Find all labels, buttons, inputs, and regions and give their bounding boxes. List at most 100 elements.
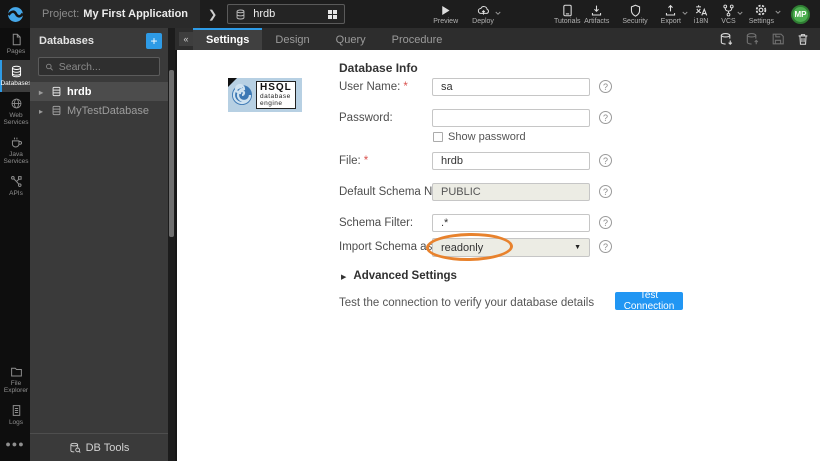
required-marker: * bbox=[364, 155, 368, 167]
sidebar-item-apis[interactable]: APIs bbox=[0, 170, 30, 202]
artifacts-label: Artifacts bbox=[584, 18, 609, 25]
sidebar-item-databases[interactable]: Databases bbox=[0, 60, 30, 92]
sidebar-item-logs[interactable]: Logs bbox=[0, 399, 30, 431]
settings-button[interactable]: Settings bbox=[749, 3, 774, 25]
add-database-button[interactable]: + bbox=[146, 33, 162, 49]
settings-label: Settings bbox=[749, 18, 774, 25]
form-heading: Database Info bbox=[339, 61, 418, 75]
hsql-logo: HSQL database engine bbox=[228, 78, 302, 112]
database-icon bbox=[235, 9, 246, 20]
sidebar-item-label: Logs bbox=[9, 419, 23, 426]
sidebar-item-label: File Explorer bbox=[2, 380, 30, 394]
test-connection-button[interactable]: Test Connection bbox=[615, 292, 683, 310]
tab-procedure[interactable]: Procedure bbox=[379, 28, 456, 50]
tab-query[interactable]: Query bbox=[323, 28, 379, 50]
hsql-sub2: engine bbox=[260, 100, 292, 107]
tab-actions bbox=[719, 32, 810, 47]
db-tools-button[interactable]: DB Tools bbox=[30, 433, 168, 461]
database-search[interactable] bbox=[38, 57, 160, 76]
chevron-down-icon bbox=[682, 11, 688, 16]
artifacts-button[interactable]: Artifacts bbox=[584, 4, 609, 25]
databases-panel-title: Databases bbox=[39, 35, 146, 47]
caret-right-icon[interactable] bbox=[39, 105, 43, 117]
more-options-icon[interactable]: ●●● bbox=[0, 431, 30, 457]
db-tools-icon bbox=[69, 442, 81, 454]
caret-right-icon[interactable] bbox=[39, 86, 43, 98]
save-icon[interactable] bbox=[771, 32, 785, 46]
username-help-icon[interactable] bbox=[599, 80, 612, 93]
db-tools-label: DB Tools bbox=[86, 442, 130, 454]
vcs-button[interactable]: VCS bbox=[721, 4, 735, 25]
file-input[interactable] bbox=[432, 152, 590, 170]
wavemaker-logo-icon bbox=[7, 6, 24, 23]
import-schema-select[interactable]: readonly bbox=[432, 238, 590, 257]
database-icon bbox=[10, 65, 23, 78]
scrollbar-thumb[interactable] bbox=[169, 70, 174, 237]
chevron-right-icon[interactable]: ❯ bbox=[208, 8, 217, 21]
project-area[interactable]: Project: My First Application bbox=[30, 0, 200, 28]
file-help-icon[interactable] bbox=[599, 154, 612, 167]
password-input[interactable] bbox=[432, 109, 590, 127]
db-item-label: hrdb bbox=[67, 86, 91, 98]
db-list-item-hrdb[interactable]: hrdb bbox=[30, 82, 168, 101]
import-schema-label: Import Schema as: bbox=[339, 238, 436, 256]
download-icon bbox=[590, 4, 603, 17]
branch-icon bbox=[722, 4, 735, 17]
delete-icon[interactable] bbox=[796, 32, 810, 46]
panel-scrollbar[interactable] bbox=[168, 28, 175, 461]
password-label: Password: bbox=[339, 109, 393, 127]
tutorials-label: Tutorials bbox=[554, 18, 581, 25]
deploy-label: Deploy bbox=[472, 18, 494, 25]
sidebar-item-web-services[interactable]: Web Services bbox=[0, 92, 30, 131]
upload-icon bbox=[664, 4, 677, 17]
sidebar-item-label: APIs bbox=[9, 190, 23, 197]
show-password-checkbox[interactable] bbox=[433, 132, 443, 142]
search-input[interactable] bbox=[59, 61, 153, 73]
file-label: File:* bbox=[339, 152, 368, 170]
coffee-icon bbox=[10, 136, 23, 149]
export-db-icon[interactable] bbox=[745, 32, 760, 47]
security-button[interactable]: Security bbox=[622, 4, 647, 25]
default-schema-help-icon[interactable] bbox=[599, 185, 612, 198]
preview-label: Preview bbox=[433, 18, 458, 25]
rail-bottom-group: File Explorer Logs ●●● bbox=[0, 360, 30, 457]
schema-filter-help-icon[interactable] bbox=[599, 216, 612, 229]
page-icon bbox=[10, 33, 23, 46]
wavemaker-logo[interactable] bbox=[0, 0, 30, 28]
open-db-tab-hrdb[interactable]: hrdb bbox=[227, 4, 345, 24]
sidebar-item-java-services[interactable]: Java Services bbox=[0, 131, 30, 170]
export-button[interactable]: Export bbox=[661, 4, 681, 25]
default-schema-input bbox=[432, 183, 590, 201]
tab-design[interactable]: Design bbox=[262, 28, 322, 50]
vcs-label: VCS bbox=[721, 18, 735, 25]
db-list-item-mytestdatabase[interactable]: MyTestDatabase bbox=[30, 101, 168, 120]
user-avatar[interactable]: MP bbox=[791, 5, 810, 24]
tab-settings[interactable]: Settings bbox=[193, 28, 262, 50]
sidebar-item-label: Databases bbox=[0, 80, 31, 87]
search-icon bbox=[45, 62, 54, 72]
collapse-panel-icon[interactable] bbox=[179, 32, 193, 46]
shield-icon bbox=[629, 4, 642, 17]
sidebar-item-file-explorer[interactable]: File Explorer bbox=[0, 360, 30, 399]
username-input[interactable] bbox=[432, 78, 590, 96]
db-item-label: MyTestDatabase bbox=[67, 105, 149, 117]
api-connector-icon bbox=[10, 175, 23, 188]
dashboard-grid-icon[interactable] bbox=[328, 10, 337, 19]
translate-icon bbox=[694, 4, 708, 17]
sidebar-item-pages[interactable]: Pages bbox=[0, 28, 30, 60]
chevron-down-icon bbox=[737, 11, 743, 16]
schema-filter-input[interactable] bbox=[432, 214, 590, 232]
chevron-down-icon bbox=[775, 10, 781, 15]
chevron-down-icon bbox=[495, 11, 501, 16]
import-schema-help-icon[interactable] bbox=[599, 240, 612, 253]
advanced-settings-toggle[interactable]: Advanced Settings bbox=[341, 270, 457, 282]
preview-button[interactable]: Preview bbox=[433, 4, 458, 25]
deploy-button[interactable]: Deploy bbox=[472, 4, 494, 25]
left-nav-rail: Pages Databases Web Services Java Servic… bbox=[0, 28, 30, 461]
tutorials-button[interactable]: Tutorials bbox=[554, 4, 581, 25]
i18n-button[interactable]: i18N bbox=[694, 4, 708, 25]
password-help-icon[interactable] bbox=[599, 111, 612, 124]
reimport-db-icon[interactable] bbox=[719, 32, 734, 47]
project-label: Project: bbox=[42, 8, 79, 20]
select-arrow-icon bbox=[574, 244, 581, 251]
